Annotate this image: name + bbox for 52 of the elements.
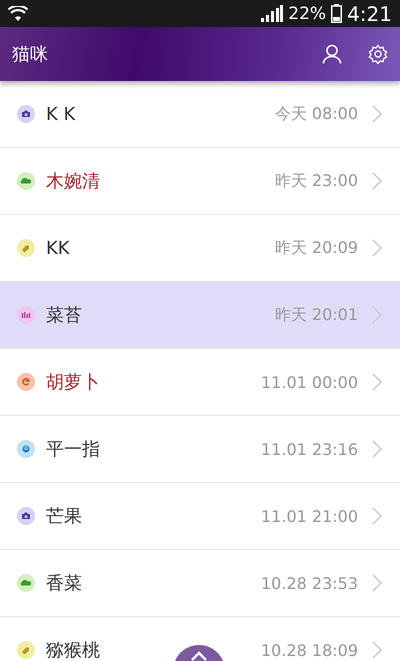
list-item[interactable]: K K 今天 08:00 <box>0 81 400 148</box>
camera-icon <box>17 507 35 525</box>
signal-icon <box>261 5 284 22</box>
cloud-icon <box>17 574 35 592</box>
chevron-icon <box>372 507 382 525</box>
profile-icon[interactable] <box>322 44 342 64</box>
item-time: 11.01 23:16 <box>261 440 358 458</box>
settings-icon[interactable] <box>368 44 388 64</box>
item-name: 木婉清 <box>46 170 100 193</box>
item-name: 胡萝卜 <box>46 371 100 394</box>
list-item[interactable]: 平一指 11.01 23:16 <box>0 416 400 483</box>
wifi-icon <box>8 6 28 21</box>
globe-icon <box>17 440 35 458</box>
item-time: 昨天 20:09 <box>274 238 358 258</box>
chevron-up-icon <box>191 651 207 661</box>
cloud-icon <box>17 172 35 190</box>
chevron-icon <box>372 172 382 190</box>
chevron-icon <box>372 373 382 391</box>
item-time: 11.01 21:00 <box>261 506 358 526</box>
list-item[interactable]: 芒果 11.01 21:00 <box>0 483 400 550</box>
list-item[interactable]: 胡萝卜 11.01 00:00 <box>0 349 400 416</box>
chevron-icon <box>372 641 382 659</box>
clock: 4:21 <box>347 2 392 26</box>
item-name: 平一指 <box>46 438 100 461</box>
item-time: 11.01 00:00 <box>261 372 358 392</box>
swirl-icon <box>17 373 35 391</box>
item-name: K K <box>46 104 76 124</box>
tag-icon <box>17 641 35 659</box>
item-name: 芒果 <box>46 505 82 528</box>
camera-icon <box>17 105 35 123</box>
item-name: 菜苔 <box>46 304 82 327</box>
chevron-icon <box>372 239 382 257</box>
chart-icon <box>17 306 35 324</box>
chevron-icon <box>372 440 382 458</box>
item-name: KK <box>46 238 70 258</box>
item-name: 猕猴桃 <box>46 639 100 661</box>
battery-icon <box>331 4 342 23</box>
list-item[interactable]: 香菜 10.28 23:53 <box>0 550 400 617</box>
chevron-icon <box>372 105 382 123</box>
tag-icon <box>17 239 35 257</box>
battery-percent: 22% <box>288 4 326 24</box>
header-title: 猫咪 <box>12 43 49 66</box>
list-item[interactable]: 菜苔 昨天 20:01 <box>0 282 400 349</box>
item-time: 10.28 23:53 <box>261 574 358 592</box>
item-time: 今天 08:00 <box>274 104 358 124</box>
item-time: 10.28 18:09 <box>261 640 358 660</box>
item-time: 昨天 20:01 <box>274 304 358 326</box>
chevron-icon <box>372 574 382 592</box>
list-item[interactable]: 木婉清 昨天 23:00 <box>0 148 400 215</box>
chevron-icon <box>372 306 382 324</box>
item-name: 香菜 <box>46 572 82 595</box>
item-time: 昨天 23:00 <box>274 170 358 192</box>
